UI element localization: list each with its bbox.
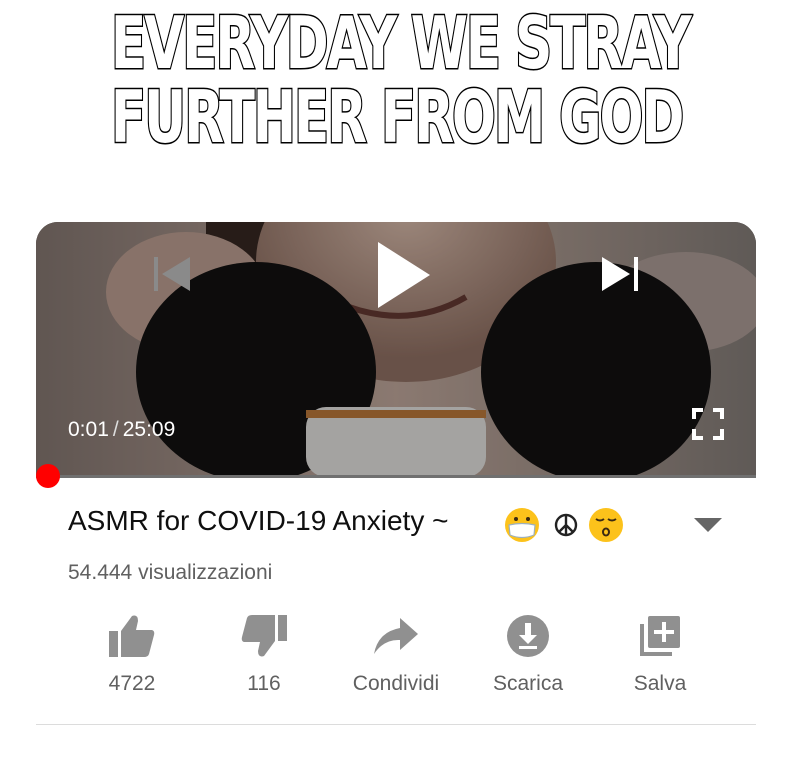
progress-bar[interactable]: [36, 475, 756, 478]
share-button[interactable]: Condividi: [330, 610, 462, 696]
fullscreen-icon[interactable]: [692, 408, 724, 440]
meme-line-2: FURTHER FROM GOD: [110, 75, 686, 159]
thumbs-up-icon: [109, 615, 155, 657]
like-count: 4722: [108, 672, 156, 695]
meme-line-1: EVERYDAY WE STRAY: [110, 1, 693, 85]
share-label: Condividi: [352, 672, 440, 695]
action-bar: 4722 116 Condividi Scarica Salva: [66, 610, 726, 700]
skip-previous-icon[interactable]: [152, 254, 192, 294]
skip-next-icon[interactable]: [600, 254, 640, 294]
time-separator: /: [112, 418, 119, 441]
dislike-button[interactable]: 116: [198, 610, 330, 696]
save-button[interactable]: Salva: [594, 610, 726, 696]
like-button[interactable]: 4722: [66, 610, 198, 696]
share-icon: [374, 618, 418, 654]
dislike-count: 116: [247, 672, 281, 695]
kissing-face-emoji: [589, 508, 623, 542]
download-button[interactable]: Scarica: [462, 610, 594, 696]
expand-description-icon[interactable]: [694, 518, 722, 532]
duration: 25:09: [122, 418, 176, 441]
download-icon: [507, 615, 549, 657]
download-label: Scarica: [492, 672, 564, 695]
title-emojis: [505, 508, 623, 542]
save-playlist-icon: [640, 616, 680, 656]
progress-scrubber[interactable]: [36, 464, 60, 488]
video-player[interactable]: 0:01/25:09: [36, 222, 756, 476]
current-time: 0:01: [68, 418, 109, 441]
time-display: 0:01/25:09: [68, 418, 175, 442]
mask-face-emoji: [505, 508, 539, 542]
view-count: 54.444 visualizzazioni: [68, 561, 273, 584]
save-label: Salva: [633, 672, 687, 695]
title-row[interactable]: ASMR for COVID-19 Anxiety ~: [68, 505, 728, 545]
play-icon[interactable]: [374, 240, 434, 310]
thumbs-down-icon: [241, 615, 287, 657]
meme-caption: EVERYDAY WE STRAY FURTHER FROM GOD: [0, 1, 792, 159]
divider: [36, 724, 756, 725]
peace-symbol: [554, 513, 578, 537]
video-title: ASMR for COVID-19 Anxiety ~: [68, 505, 449, 536]
